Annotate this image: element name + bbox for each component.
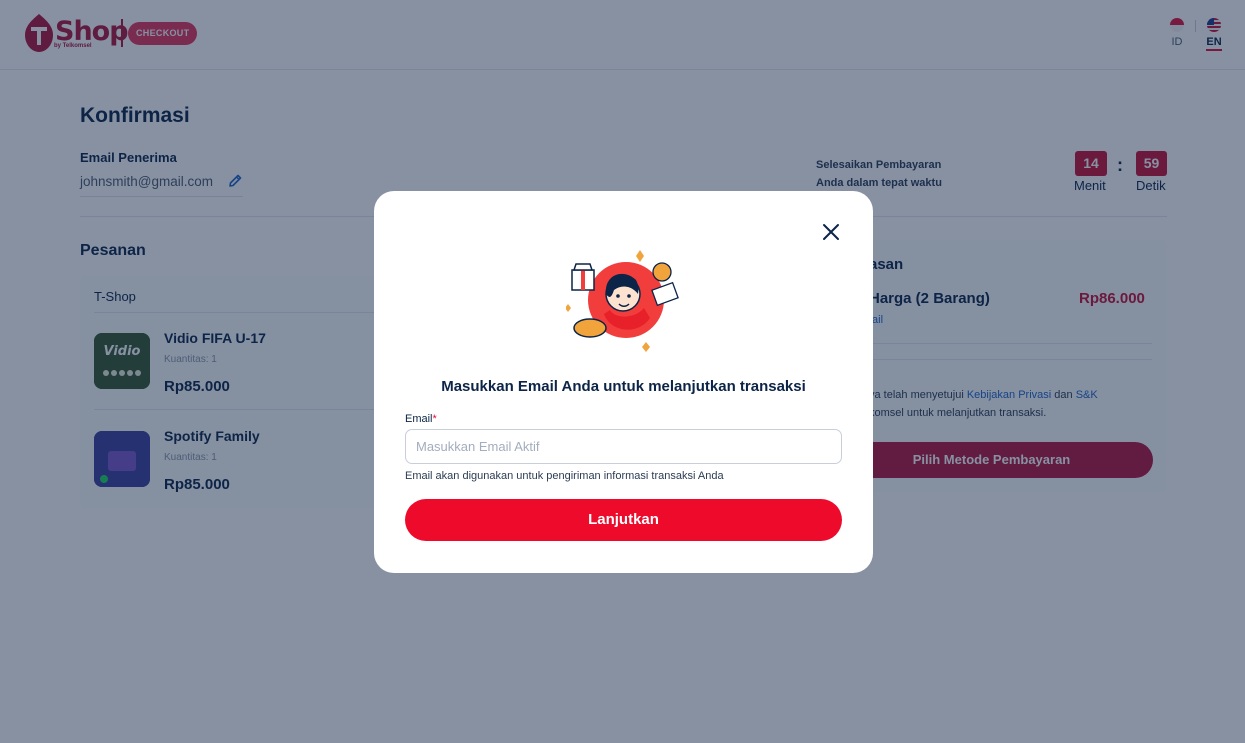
modal-title: Masukkan Email Anda untuk melanjutkan tr… bbox=[441, 378, 806, 395]
email-hint: Email akan digunakan untuk pengiriman in… bbox=[405, 470, 724, 482]
continue-button[interactable]: Lanjutkan bbox=[405, 499, 842, 541]
woman-gift-illustration bbox=[566, 250, 679, 352]
email-field-label: Email* bbox=[405, 413, 437, 425]
email-field-label-text: Email bbox=[405, 413, 433, 425]
required-asterisk: * bbox=[432, 413, 437, 425]
close-icon[interactable] bbox=[821, 222, 841, 242]
email-input[interactable] bbox=[405, 429, 842, 464]
